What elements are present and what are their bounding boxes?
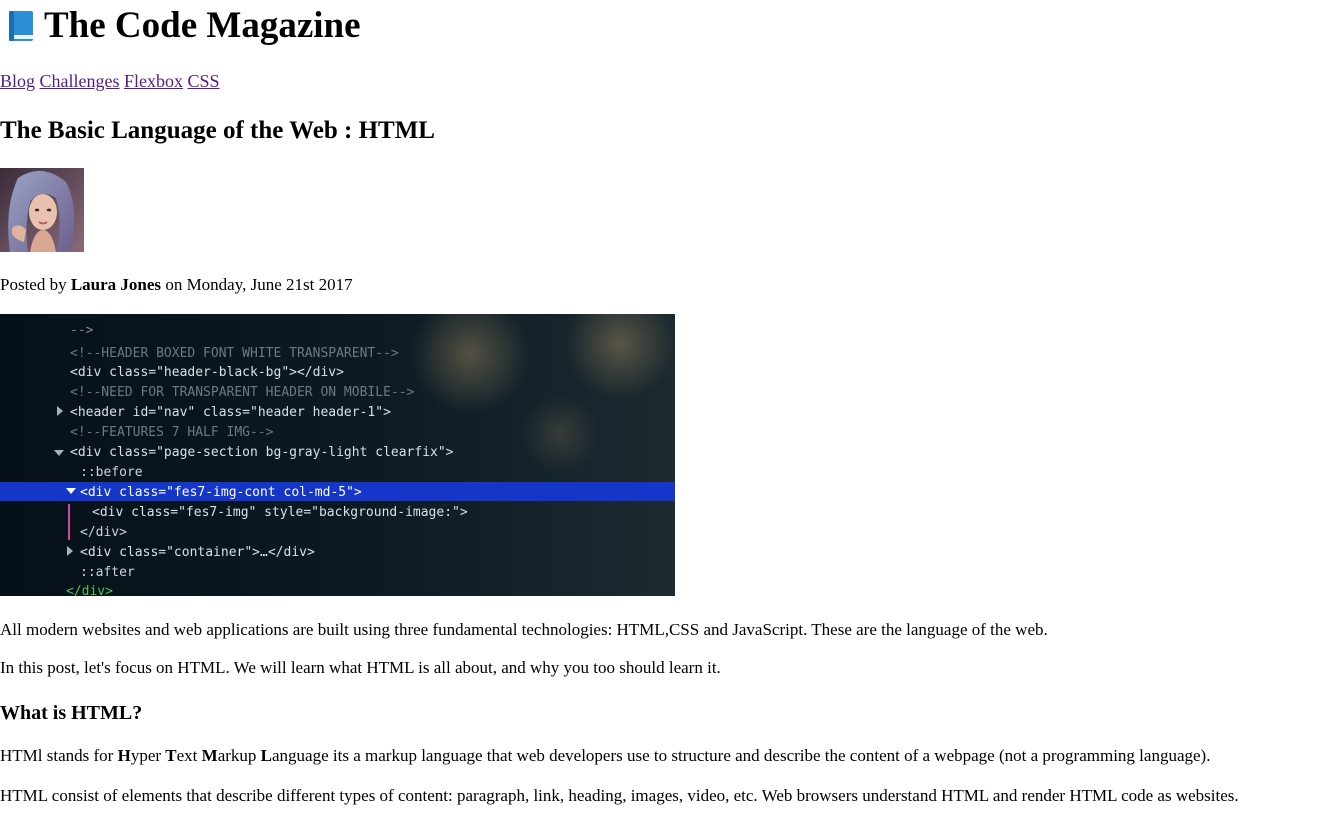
post-date: on Monday, June 21st 2017: [165, 275, 353, 294]
nav-link-blog[interactable]: Blog: [0, 71, 35, 91]
intro-paragraph-1: All modern websites and web applications…: [0, 620, 1048, 639]
html-elements-paragraph: HTML consist of elements that describe d…: [0, 786, 1239, 805]
code-line: ::before: [80, 465, 143, 480]
code-line: <div class="fes7-img" style="background-…: [92, 505, 468, 520]
post-title: The Basic Language of the Web : HTML: [0, 117, 435, 144]
code-line: -->: [70, 323, 94, 338]
post-hero-image: --> <!--HEADER BOXED FONT WHITE TRANSPAR…: [0, 314, 675, 596]
acronym-letter-l: L: [260, 746, 273, 765]
definition-text: HTMl stands for: [0, 746, 118, 765]
code-line: <!--NEED FOR TRANSPARENT HEADER ON MOBIL…: [70, 385, 415, 400]
html-definition-paragraph: HTMl stands for Hyper Text Markup Langua…: [0, 745, 1210, 767]
code-line: <div class="container">…</div>: [80, 545, 315, 560]
section-heading: What is HTML?: [0, 702, 143, 724]
nav-link-flexbox[interactable]: Flexbox: [124, 71, 183, 91]
code-line: </div>: [80, 525, 127, 540]
author-name: Laura Jones: [70, 275, 162, 294]
nav-link-challenges[interactable]: Challenges: [40, 71, 120, 91]
definition-text: anguage its a markup language that web d…: [272, 746, 1211, 765]
definition-text: ext: [176, 746, 202, 765]
intro-paragraph-2: In this post, let's focus on HTML. We wi…: [0, 658, 721, 677]
code-line: ::after: [80, 565, 135, 580]
definition-text: yper: [130, 746, 166, 765]
acronym-letter-h: H: [117, 746, 131, 765]
code-line: <!--HEADER BOXED FONT WHITE TRANSPARENT-…: [70, 346, 399, 361]
post-meta: Posted by Laura Jones on Monday, June 21…: [0, 274, 353, 296]
author-avatar: [0, 168, 84, 252]
code-line: <div class="header-black-bg"></div>: [70, 365, 344, 380]
page: The Code Magazine Blog Challenges Flexbo…: [0, 0, 1331, 817]
blue-book-icon: [7, 9, 35, 43]
code-line: <header id="nav" class="header header-1"…: [70, 405, 391, 420]
nav-link-css[interactable]: CSS: [188, 71, 220, 91]
code-line: <div class="page-section bg-gray-light c…: [70, 445, 454, 460]
posted-by-label: Posted by: [0, 275, 67, 294]
code-line: </div>: [66, 584, 113, 596]
definition-text: arkup: [217, 746, 261, 765]
site-title-text: The Code Magazine: [44, 5, 361, 46]
acronym-letter-t: T: [165, 746, 177, 765]
main-nav: Blog Challenges Flexbox CSS: [0, 70, 220, 92]
code-line: <!--FEATURES 7 HALF IMG-->: [70, 425, 274, 440]
acronym-letter-m: M: [201, 746, 218, 765]
site-title: The Code Magazine: [7, 4, 361, 48]
code-line: <div class="fes7-img-cont col-md-5">: [80, 485, 362, 500]
